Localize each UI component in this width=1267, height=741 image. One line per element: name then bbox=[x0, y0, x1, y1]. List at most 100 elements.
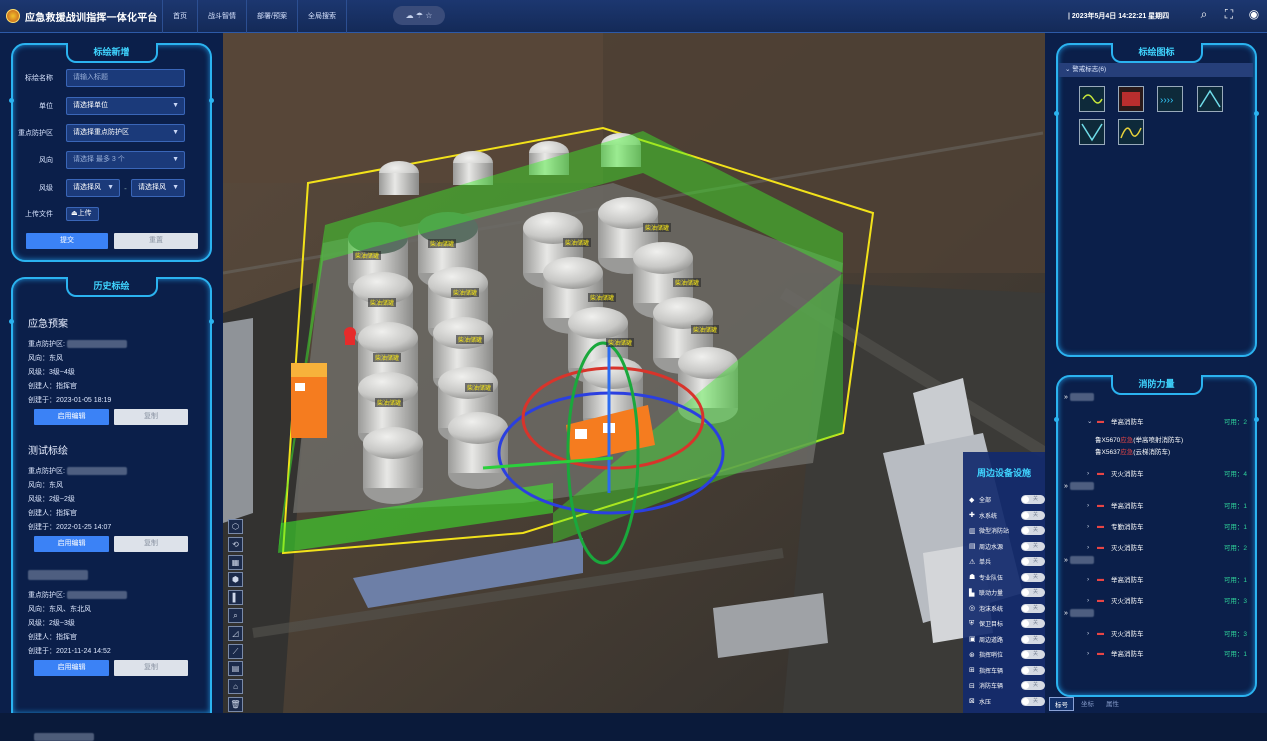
tool-button-7[interactable]: ⟋ bbox=[228, 643, 243, 659]
enable-edit-button[interactable]: 启用编辑 bbox=[34, 536, 109, 552]
weather-widget[interactable]: ☁ ☂ ☆ bbox=[393, 6, 445, 25]
datetime-display: | 2023年5月4日 14:22:21 星期四 bbox=[1068, 13, 1170, 20]
vehicle-type-row[interactable]: ⌄ ▬ 举高消防车 可用：2 bbox=[1087, 414, 1247, 428]
facility-toggle[interactable]: 关 bbox=[1021, 650, 1045, 660]
tool-button-9[interactable]: ⌂ bbox=[228, 679, 243, 695]
facility-toggle[interactable]: 关 bbox=[1021, 603, 1045, 613]
arrow-chain-icon[interactable]: ›››› bbox=[1157, 86, 1183, 112]
icon-group-header[interactable]: ⌄ 警戒标志(6) bbox=[1059, 63, 1253, 77]
double-chevron-icon: » bbox=[1064, 393, 1068, 401]
station-group-header[interactable]: » bbox=[1064, 556, 1094, 564]
tool-button-4[interactable]: ▌ bbox=[228, 590, 243, 606]
tank-roof bbox=[358, 322, 418, 354]
facility-toggle[interactable]: 关 bbox=[1021, 495, 1045, 505]
tool-button-3[interactable]: ⬢ bbox=[228, 572, 243, 588]
tank-label[interactable]: 柴油储罐 bbox=[428, 239, 457, 248]
submit-button[interactable]: 提交 bbox=[26, 233, 108, 249]
tool-button-6[interactable]: ◿ bbox=[228, 625, 243, 641]
vehicle-type-row[interactable]: › ▬ 灭火消防车 可用：4 bbox=[1087, 466, 1247, 480]
vehicle-item[interactable]: 鲁X5637应急(云梯消防车) bbox=[1095, 446, 1170, 456]
nav-deploy[interactable]: 部署/预案 bbox=[246, 0, 297, 33]
copy-button[interactable]: 复制 bbox=[114, 536, 188, 552]
tank-label[interactable]: 柴油储罐 bbox=[373, 353, 402, 362]
wind-level-max[interactable]: 请选择风 ▼ bbox=[131, 179, 185, 197]
search-icon[interactable]: ⌕ bbox=[1196, 7, 1212, 22]
tank-label[interactable]: 柴油储罐 bbox=[451, 288, 480, 297]
name-input[interactable]: 请输入标题 bbox=[66, 69, 185, 87]
tool-button-5[interactable]: ⌕ bbox=[228, 608, 243, 623]
vehicle-type-row[interactable]: › ▬ 举高消防车 可用：1 bbox=[1087, 646, 1247, 660]
facility-toggle[interactable]: 关 bbox=[1021, 572, 1045, 582]
facility-toggle[interactable]: 关 bbox=[1021, 681, 1045, 691]
vehicle-type-row[interactable]: › ▬ 举高消防车 可用：1 bbox=[1087, 498, 1247, 512]
station-group-header[interactable]: » bbox=[1064, 609, 1094, 617]
fullscreen-icon[interactable]: ⛶ bbox=[1221, 7, 1237, 22]
wave-line-icon[interactable] bbox=[1118, 119, 1144, 145]
nav-home[interactable]: 首页 bbox=[162, 0, 197, 33]
copy-button[interactable]: 复制 bbox=[114, 409, 188, 425]
vehicle-type-name: 举高消防车 bbox=[1111, 503, 1144, 510]
fire-truck-left[interactable] bbox=[291, 363, 327, 438]
facility-toggle[interactable]: 关 bbox=[1021, 526, 1045, 536]
upload-button[interactable]: ⏏上传 bbox=[66, 207, 99, 221]
tank-label[interactable]: 柴油储罐 bbox=[465, 383, 494, 392]
tool-button-1[interactable]: ⟲ bbox=[228, 536, 243, 552]
enable-edit-button[interactable]: 启用编辑 bbox=[34, 409, 109, 425]
tab-coordinate[interactable]: 坐标 bbox=[1076, 697, 1099, 711]
facility-toggle[interactable]: 关 bbox=[1021, 541, 1045, 551]
unit-select[interactable]: 请选择单位 ▼ bbox=[66, 97, 185, 115]
tool-button-10[interactable]: 🗑 bbox=[228, 697, 243, 712]
tank-label[interactable]: 柴油储罐 bbox=[588, 293, 617, 302]
facility-toggle[interactable]: 关 bbox=[1021, 510, 1045, 520]
tank-label[interactable]: 柴油储罐 bbox=[691, 325, 720, 334]
tank-label[interactable]: 柴油储罐 bbox=[368, 298, 397, 307]
wind-dir-select[interactable]: 请选择 最多 3 个 ▼ bbox=[66, 151, 185, 169]
vehicle-type-row[interactable]: › ▬ 举高消防车 可用：1 bbox=[1087, 572, 1247, 586]
history-zone: 重点防护区: bbox=[28, 338, 194, 352]
dropdown-icon: ▼ bbox=[172, 129, 179, 136]
vehicle-type-name: 灭火消防车 bbox=[1111, 545, 1144, 552]
wind-level-min[interactable]: 请选择风 ▼ bbox=[66, 179, 120, 197]
hydrant-marker[interactable] bbox=[344, 327, 356, 345]
vehicle-type-row[interactable]: › ▬ 灭火消防车 可用：2 bbox=[1087, 540, 1247, 554]
station-group-header[interactable]: » bbox=[1064, 393, 1094, 401]
vehicle-item[interactable]: 鲁X5670应急(举高喷射消防车) bbox=[1095, 434, 1183, 444]
vehicle-type-row[interactable]: › ▬ 专勤消防车 可用：1 bbox=[1087, 519, 1247, 533]
facility-toggle[interactable]: 关 bbox=[1021, 588, 1045, 598]
tank-label[interactable]: 柴油储罐 bbox=[353, 251, 382, 260]
facility-toggle[interactable]: 关 bbox=[1021, 634, 1045, 644]
tank-label[interactable]: 柴油储罐 bbox=[673, 278, 702, 287]
station-group-header[interactable]: » bbox=[1064, 482, 1094, 490]
facility-toggle[interactable]: 关 bbox=[1021, 665, 1045, 675]
user-icon[interactable]: ◉ bbox=[1246, 7, 1262, 22]
tool-button-2[interactable]: ▦ bbox=[228, 554, 243, 570]
fire-badge-icon bbox=[6, 9, 20, 23]
nav-search[interactable]: 全局搜索 bbox=[296, 0, 347, 33]
peak-line-icon[interactable] bbox=[1197, 86, 1223, 112]
tool-button-0[interactable]: ⬡ bbox=[228, 519, 243, 534]
vehicle-type-row[interactable]: › ▬ 灭火消防车 可用：3 bbox=[1087, 626, 1247, 640]
valley-line-icon[interactable] bbox=[1079, 119, 1105, 145]
reset-button[interactable]: 重置 bbox=[114, 233, 198, 249]
line-curve-icon[interactable] bbox=[1079, 86, 1105, 112]
vehicle-type-row[interactable]: › ▬ 灭火消防车 可用：3 bbox=[1087, 593, 1247, 607]
facility-toggle[interactable]: 关 bbox=[1021, 619, 1045, 629]
double-chevron-icon: » bbox=[1064, 556, 1068, 564]
fire-zone-icon[interactable] bbox=[1118, 86, 1144, 112]
tool-button-8[interactable]: ▤ bbox=[228, 661, 243, 677]
facility-toggle[interactable]: 关 bbox=[1021, 557, 1045, 567]
copy-button[interactable]: 复制 bbox=[114, 660, 188, 676]
tab-attributes[interactable]: 属性 bbox=[1101, 697, 1124, 711]
dropdown-icon: ▼ bbox=[172, 102, 179, 109]
tank-label[interactable]: 柴油储罐 bbox=[456, 335, 485, 344]
facility-toggle[interactable]: 关 bbox=[1021, 696, 1045, 706]
enable-edit-button[interactable]: 启用编辑 bbox=[34, 660, 109, 676]
tab-symbol[interactable]: 标号 bbox=[1049, 697, 1074, 711]
tank-label[interactable]: 柴油储罐 bbox=[375, 398, 404, 407]
zone-select[interactable]: 请选择重点防护区 ▼ bbox=[66, 124, 185, 142]
tank-label[interactable]: 柴油储罐 bbox=[606, 338, 635, 347]
nav-battle[interactable]: 战斗智情 bbox=[197, 0, 246, 33]
map-3d-view[interactable]: 柴油储罐 柴油储罐 柴油储罐 柴油储罐 柴油储罐 柴油储罐 柴油储罐 柴油储罐 柴油储罐 柴油储罐… bbox=[223, 33, 1045, 713]
tank-label[interactable]: 柴油储罐 bbox=[643, 223, 672, 232]
tank-label[interactable]: 柴油储罐 bbox=[563, 238, 592, 247]
